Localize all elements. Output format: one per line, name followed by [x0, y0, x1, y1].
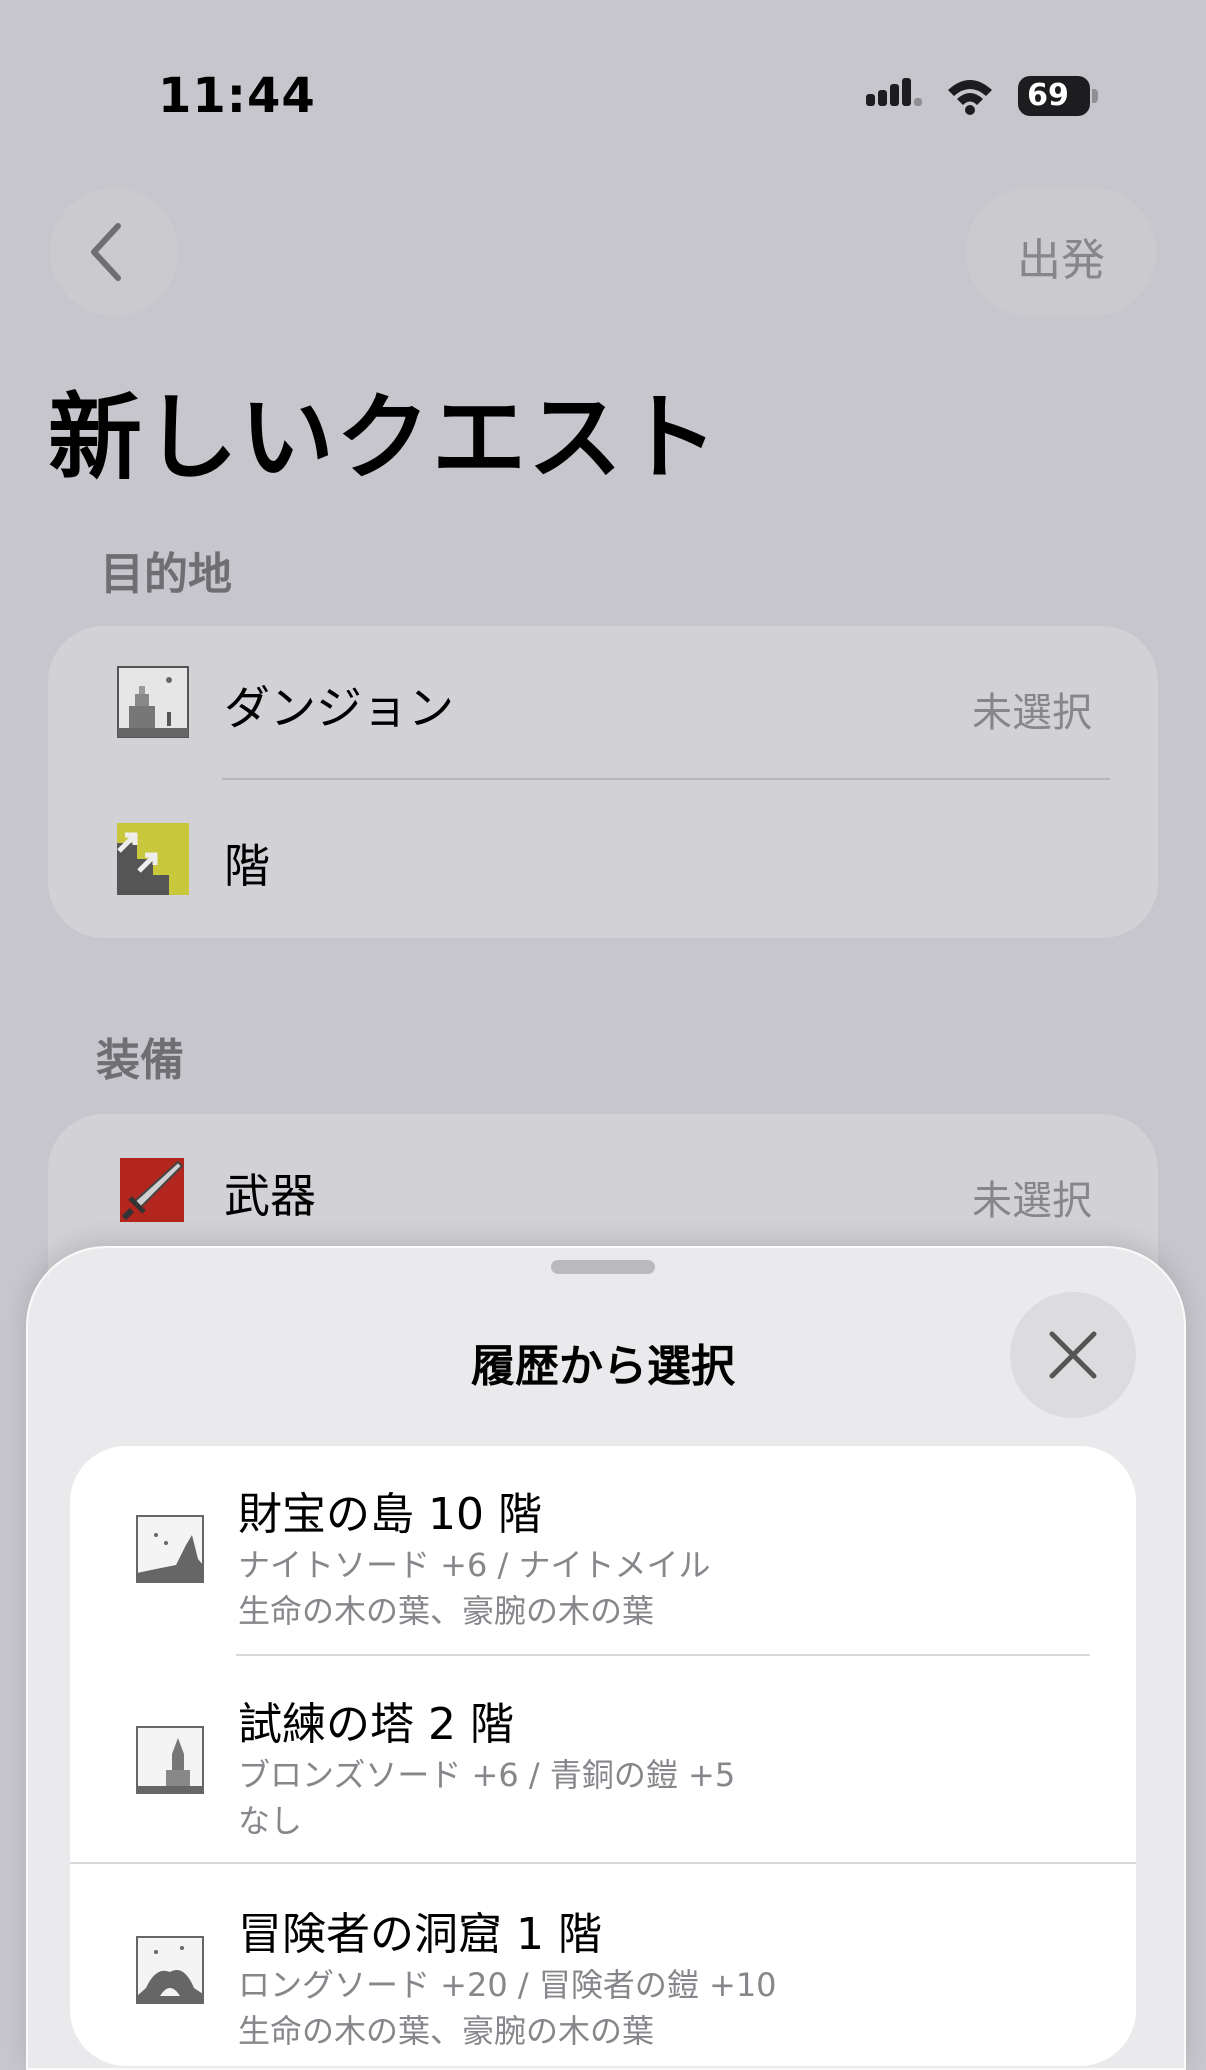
back-button[interactable] — [50, 188, 178, 316]
history-item-items: 生命の木の葉、豪腕の木の葉 — [238, 2012, 655, 2050]
wifi-icon — [948, 80, 992, 115]
history-item-title: 財宝の島 10 階 — [238, 1489, 542, 1540]
history-item-title: 試練の塔 2 階 — [238, 1699, 514, 1750]
sword-icon — [120, 1158, 184, 1222]
weapon-label: 武器 — [224, 1169, 316, 1223]
island-icon — [136, 1515, 204, 1583]
battery-indicator: 69 — [1018, 76, 1098, 116]
status-time: 11:44 — [158, 68, 316, 124]
close-button[interactable] — [1010, 1292, 1136, 1418]
sheet-grabber[interactable] — [551, 1260, 655, 1274]
history-item-items: なし — [238, 1802, 303, 1840]
depart-label: 出発 — [1017, 235, 1105, 286]
history-item-equipment: ブロンズソード +6 / 青銅の鎧 +5 — [238, 1756, 736, 1794]
stairs-icon — [117, 823, 189, 895]
floor-label: 階 — [224, 839, 270, 893]
destination-section-label: 目的地 — [100, 549, 232, 600]
history-item-equipment: ロングソード +20 / 冒険者の鎧 +10 — [238, 1966, 777, 2004]
history-item-title: 冒険者の洞窟 1 階 — [238, 1909, 602, 1960]
dungeon-label: ダンジョン — [224, 681, 454, 735]
battery-percent: 69 — [1027, 78, 1069, 113]
equipment-section-label: 装備 — [96, 1035, 184, 1086]
floor-row[interactable] — [48, 780, 1158, 938]
dungeon-castle-icon — [117, 666, 189, 738]
chevron-left-icon — [91, 223, 121, 281]
close-icon — [1049, 1331, 1097, 1379]
dungeon-value: 未選択 — [972, 690, 1092, 736]
weapon-value: 未選択 — [972, 1178, 1092, 1224]
page-title: 新しいクエスト — [48, 384, 721, 493]
history-item-equipment: ナイトソード +6 / ナイトメイル — [238, 1546, 711, 1584]
depart-button[interactable]: 出発 — [966, 188, 1156, 316]
cave-icon — [136, 1936, 204, 2004]
cellular-signal-icon — [866, 78, 922, 106]
tower-icon — [136, 1726, 204, 1794]
history-item-items: 生命の木の葉、豪腕の木の葉 — [238, 1592, 655, 1630]
